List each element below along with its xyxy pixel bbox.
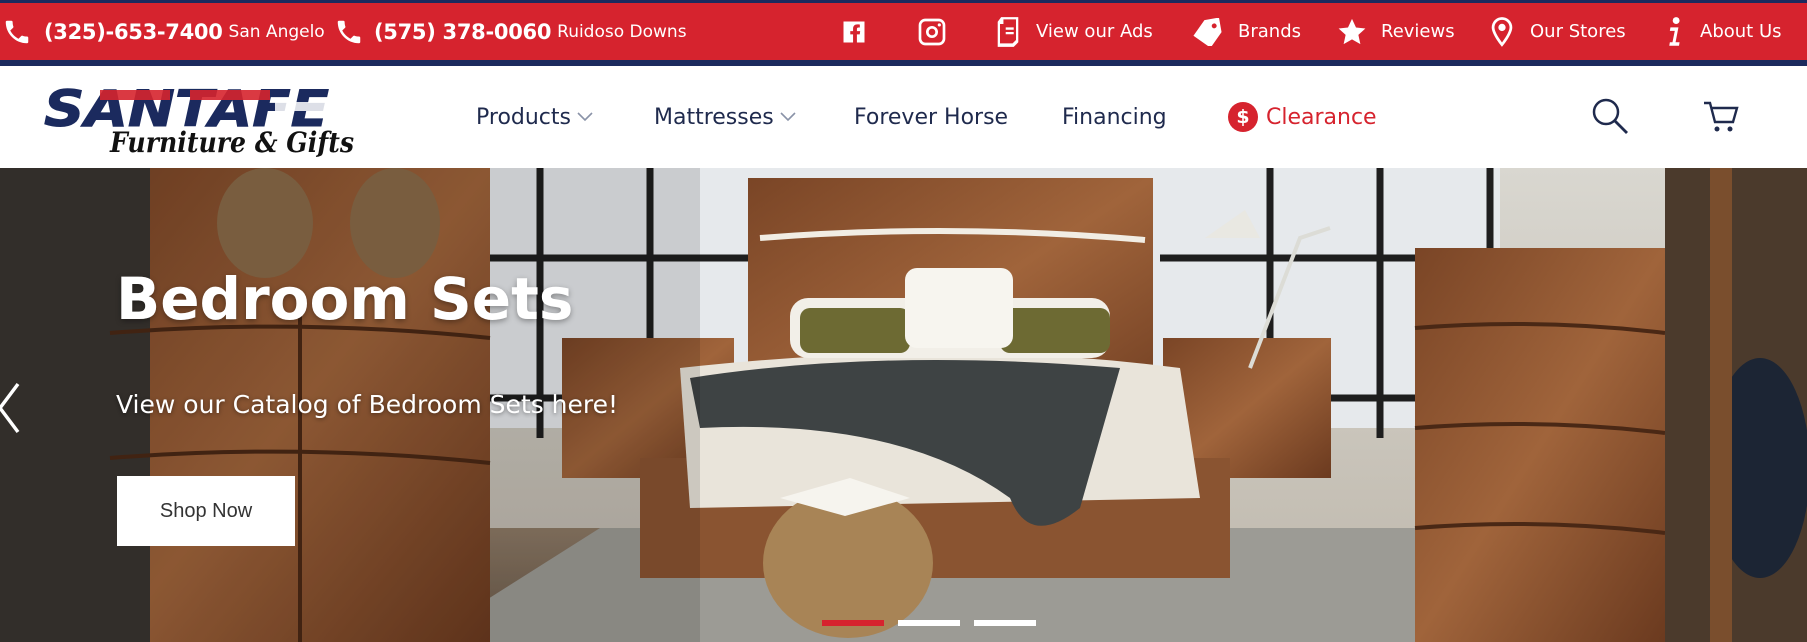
chevron-left-icon (0, 382, 20, 434)
top-link-label: About Us (1700, 21, 1782, 42)
slide-indicator-1[interactable] (822, 620, 884, 626)
top-link-label: Reviews (1381, 21, 1455, 42)
phone-link-san-angelo[interactable]: (325)-653-7400 San Angelo (2, 3, 325, 60)
slide-indicator-3[interactable] (974, 620, 1036, 626)
cart-icon (1704, 101, 1739, 132)
our-stores-link[interactable]: Our Stores (1488, 3, 1626, 60)
star-icon (1338, 18, 1366, 44)
phone-city: San Angelo (228, 21, 325, 42)
nav-clearance[interactable]: $ Clearance (1228, 66, 1377, 168)
ad-flyer-icon (997, 16, 1019, 47)
nav-label: Products (476, 104, 571, 130)
facebook-icon (843, 21, 865, 42)
slider-pagination (822, 620, 1036, 626)
instagram-link[interactable] (916, 3, 948, 60)
nav-forever-horse[interactable]: Forever Horse (854, 66, 1008, 168)
phone-number: (325)-653-7400 (44, 19, 223, 44)
search-button[interactable] (1590, 96, 1632, 138)
shop-now-button[interactable]: Shop Now (117, 476, 295, 546)
slide-indicator-2[interactable] (898, 620, 960, 626)
chevron-down-icon (780, 112, 796, 122)
dollar-icon: $ (1228, 102, 1258, 132)
hero-slider: Bedroom Sets View our Catalog of Bedroom… (0, 168, 1807, 642)
nav-label: Financing (1062, 104, 1167, 130)
nav-label: Forever Horse (854, 104, 1009, 130)
about-us-link[interactable]: About Us (1664, 3, 1782, 60)
nav-mattresses[interactable]: Mattresses (654, 66, 796, 168)
tag-icon (1193, 17, 1222, 46)
site-logo[interactable]: SANTAFE Furniture & Gifts (40, 76, 360, 162)
top-utility-bar: (325)-653-7400 San Angelo (575) 378-0060… (0, 0, 1807, 66)
hero-title: Bedroom Sets (116, 265, 574, 333)
nav-products[interactable]: Products (476, 66, 593, 168)
svg-text:Furniture & Gifts: Furniture & Gifts (109, 126, 354, 159)
phone-icon (337, 20, 361, 43)
nav-label: Clearance (1266, 104, 1377, 130)
phone-link-ruidoso-downs[interactable]: (575) 378-0060 Ruidoso Downs (334, 3, 687, 60)
reviews-link[interactable]: Reviews (1337, 3, 1455, 60)
nav-financing[interactable]: Financing (1062, 66, 1167, 168)
main-header: SANTAFE Furniture & Gifts Products Mattr… (0, 66, 1807, 168)
brands-link[interactable]: Brands (1192, 3, 1301, 60)
chevron-down-icon (577, 112, 593, 122)
top-link-label: Brands (1238, 21, 1301, 42)
facebook-link[interactable] (840, 3, 868, 60)
cart-button[interactable] (1700, 96, 1742, 138)
hero-subtitle: View our Catalog of Bedroom Sets here! (116, 390, 619, 419)
top-link-label: View our Ads (1036, 21, 1153, 42)
top-link-label: Our Stores (1530, 21, 1626, 42)
phone-number: (575) 378-0060 (374, 19, 552, 44)
view-our-ads-link[interactable]: View our Ads (994, 3, 1153, 60)
search-icon (1592, 98, 1628, 134)
map-pin-icon (1491, 16, 1513, 47)
phone-icon (5, 20, 29, 43)
phone-city: Ruidoso Downs (557, 21, 687, 42)
nav-label: Mattresses (654, 104, 774, 130)
slider-prev-button[interactable] (0, 380, 22, 436)
instagram-icon (918, 18, 946, 45)
info-icon (1669, 16, 1680, 46)
